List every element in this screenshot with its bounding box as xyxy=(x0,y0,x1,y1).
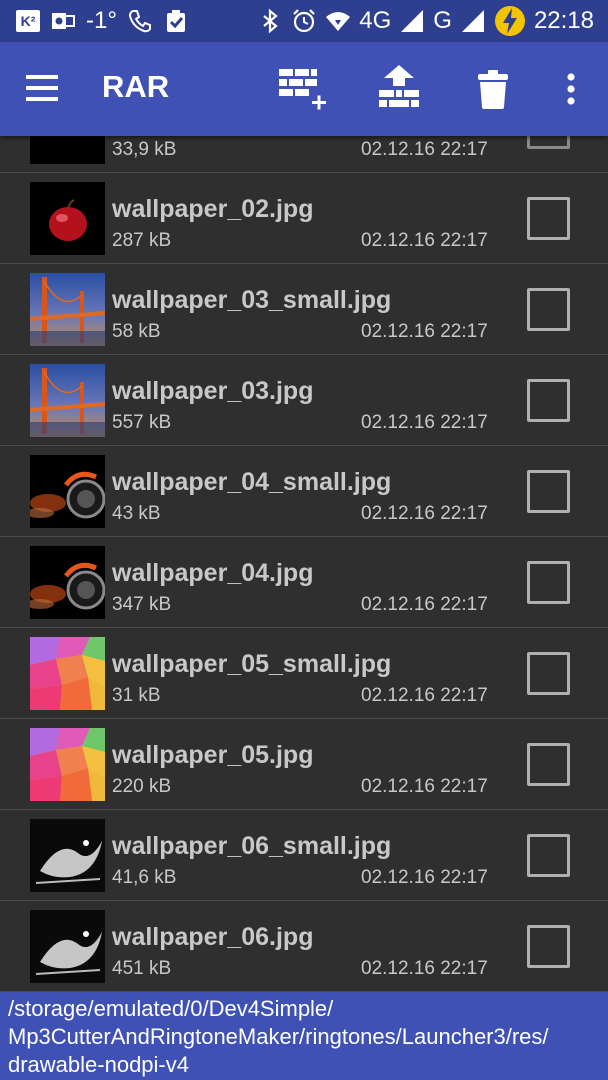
menu-button[interactable] xyxy=(22,69,62,109)
network-g-label: G xyxy=(433,7,452,34)
outlook-icon xyxy=(50,8,76,34)
file-size: 43 kB xyxy=(112,503,161,524)
list-item[interactable]: wallpaper_04_small.jpg 43 kB 02.12.16 22:1… xyxy=(0,446,608,537)
file-date: 02.12.16 22:17 xyxy=(361,958,488,979)
temperature: -1° xyxy=(86,7,117,34)
path-line: /storage/emulated/0/Dev4Simple/ xyxy=(8,996,334,1021)
app-bar: RAR xyxy=(0,42,608,136)
file-checkbox[interactable] xyxy=(527,925,570,968)
file-thumbnail xyxy=(30,364,105,437)
signal-icon-2 xyxy=(460,8,486,34)
file-checkbox[interactable] xyxy=(527,197,570,240)
file-thumbnail xyxy=(30,910,105,983)
list-item[interactable]: 33,9 kB 02.12.16 22:17 xyxy=(0,136,608,173)
file-thumbnail xyxy=(30,455,105,528)
status-bar: K² -1° 4G G 22:18 xyxy=(0,0,608,42)
phone-icon xyxy=(127,8,153,34)
file-list[interactable]: 33,9 kB 02.12.16 22:17 wallpaper_02.jpg 2… xyxy=(0,136,608,992)
file-name: wallpaper_06.jpg xyxy=(112,923,314,951)
file-name: wallpaper_05.jpg xyxy=(112,741,314,769)
list-item[interactable]: wallpaper_05.jpg 220 kB 02.12.16 22:17 xyxy=(0,719,608,810)
alarm-icon xyxy=(291,8,317,34)
add-to-archive-button[interactable] xyxy=(276,64,326,114)
file-date: 02.12.16 22:17 xyxy=(361,776,488,797)
file-checkbox[interactable] xyxy=(527,288,570,331)
file-date: 02.12.16 22:17 xyxy=(361,321,488,342)
file-thumbnail xyxy=(30,546,105,619)
add-to-archive-icon xyxy=(279,69,326,110)
bluetooth-icon xyxy=(257,8,283,34)
file-date: 02.12.16 22:17 xyxy=(361,594,488,615)
file-date: 02.12.16 22:17 xyxy=(361,230,488,251)
file-thumbnail xyxy=(30,136,105,164)
file-name: wallpaper_03_small.jpg xyxy=(112,286,392,314)
list-item[interactable]: wallpaper_06_small.jpg 41,6 kB 02.12.16 22… xyxy=(0,810,608,901)
file-size: 347 kB xyxy=(112,594,172,615)
file-name: wallpaper_05_small.jpg xyxy=(112,650,392,678)
file-checkbox[interactable] xyxy=(527,136,570,149)
file-size: 287 kB xyxy=(112,230,172,251)
file-checkbox[interactable] xyxy=(527,470,570,513)
list-item[interactable]: wallpaper_05_small.jpg 31 kB 02.12.16 22:1… xyxy=(0,628,608,719)
more-vert-icon xyxy=(567,73,575,105)
file-checkbox[interactable] xyxy=(527,834,570,877)
path-line: drawable-nodpi-v4 xyxy=(8,1052,189,1077)
file-size: 33,9 kB xyxy=(112,139,177,160)
current-path: /storage/emulated/0/Dev4Simple/ Mp3Cutte… xyxy=(0,992,608,1080)
clock: 22:18 xyxy=(533,7,594,34)
extract-button[interactable] xyxy=(374,64,424,114)
file-size: 41,6 kB xyxy=(112,867,177,888)
file-date: 02.12.16 22:17 xyxy=(361,412,488,433)
status-left: K² -1° xyxy=(16,6,189,36)
delete-icon xyxy=(478,70,508,109)
file-thumbnail xyxy=(30,819,105,892)
file-checkbox[interactable] xyxy=(527,743,570,786)
app-title: RAR xyxy=(102,69,170,104)
file-size: 58 kB xyxy=(112,321,161,342)
battery-charging-icon xyxy=(494,5,526,37)
file-date: 02.12.16 22:17 xyxy=(361,139,488,160)
list-item[interactable]: wallpaper_03.jpg 557 kB 02.12.16 22:17 xyxy=(0,355,608,446)
file-thumbnail xyxy=(30,728,105,801)
file-thumbnail xyxy=(30,637,105,710)
file-name: wallpaper_06_small.jpg xyxy=(112,832,392,860)
list-item[interactable]: wallpaper_04.jpg 347 kB 02.12.16 22:17 xyxy=(0,537,608,628)
signal-icon xyxy=(399,8,425,34)
file-date: 02.12.16 22:17 xyxy=(361,503,488,524)
network-4g-label: 4G xyxy=(359,7,392,34)
file-name: wallpaper_04_small.jpg xyxy=(112,468,392,496)
list-item[interactable]: wallpaper_02.jpg 287 kB 02.12.16 22:17 xyxy=(0,173,608,264)
clipboard-check-icon xyxy=(163,8,189,34)
file-checkbox[interactable] xyxy=(527,379,570,422)
list-item[interactable]: wallpaper_03_small.jpg 58 kB 02.12.16 22:1… xyxy=(0,264,608,355)
wifi-icon xyxy=(325,8,351,34)
path-line: Mp3CutterAndRingtoneMaker/ringtones/Laun… xyxy=(8,1024,549,1049)
file-size: 557 kB xyxy=(112,412,172,433)
extract-icon xyxy=(379,65,419,107)
file-name: wallpaper_02.jpg xyxy=(112,195,314,223)
file-checkbox[interactable] xyxy=(527,652,570,695)
more-options-button[interactable] xyxy=(546,64,596,114)
file-date: 02.12.16 22:17 xyxy=(361,867,488,888)
file-size: 220 kB xyxy=(112,776,172,797)
file-name: wallpaper_03.jpg xyxy=(112,377,314,405)
carrier-badge-icon: K² xyxy=(16,10,40,32)
file-name: wallpaper_04.jpg xyxy=(112,559,314,587)
list-item[interactable]: wallpaper_06.jpg 451 kB 02.12.16 22:17 xyxy=(0,901,608,992)
file-date: 02.12.16 22:17 xyxy=(361,685,488,706)
file-checkbox[interactable] xyxy=(527,561,570,604)
file-thumbnail xyxy=(30,182,105,255)
file-thumbnail xyxy=(30,273,105,346)
status-right: 4G G 22:18 xyxy=(257,6,594,36)
file-size: 451 kB xyxy=(112,958,172,979)
delete-button[interactable] xyxy=(468,64,518,114)
file-size: 31 kB xyxy=(112,685,161,706)
